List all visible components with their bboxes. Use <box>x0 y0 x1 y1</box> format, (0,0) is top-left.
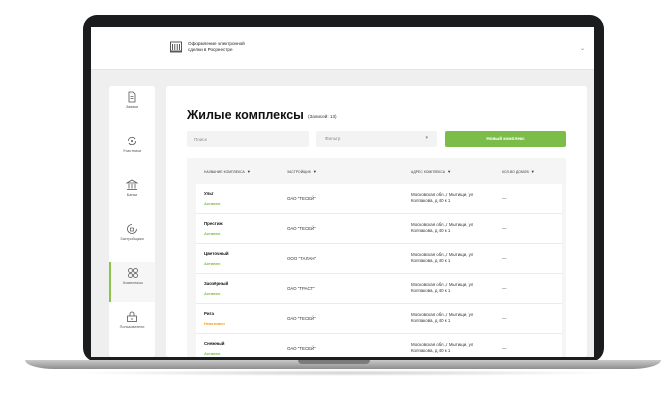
column-header-address[interactable]: АДРЕС КОМПЛЕКСА ▼ <box>411 169 451 174</box>
column-header-developer[interactable]: ЗАСТРОЙЩИК ▼ <box>287 169 317 174</box>
complex-name: Престиж <box>204 221 223 226</box>
participants-icon <box>128 136 136 146</box>
brand-line-2: сделки в Росреестре <box>188 47 233 52</box>
table-row[interactable]: Заозёрный Активен ОАО "ТРАСТ" Московская… <box>196 274 562 304</box>
sidebar-item-users[interactable]: Пользователи <box>109 306 155 346</box>
sidebar-item-participants[interactable]: Участники <box>109 130 155 170</box>
grid-icon <box>128 268 138 278</box>
sort-icon: ▼ <box>312 169 317 174</box>
laptop-shadow <box>66 370 622 376</box>
complex-developer: ОАО "ТРАСТ" <box>287 286 315 291</box>
complex-address: Московская обл.,г Мытищи, ул Колпакова, д… <box>411 342 474 353</box>
complex-name: Заозёрный <box>204 281 229 286</box>
houses-count: — <box>502 286 507 291</box>
status-badge: Неактивен <box>204 321 225 326</box>
sidebar: Заявки Участники Банки Застройщики Компл… <box>109 86 155 357</box>
users-icon <box>127 311 137 322</box>
laptop-screen: Оформление электронной сделки в Росреест… <box>91 27 594 357</box>
status-badge: Активен <box>204 231 221 236</box>
status-badge: Активен <box>204 201 221 206</box>
table-row[interactable]: Снежный Активен ОАО "ТЕСЕЙ" Московская о… <box>196 334 562 357</box>
sidebar-item-requests[interactable]: Заявки <box>109 86 155 126</box>
main-panel: Жилые комплексы (Записей: 13) Фильтр ▾ Н… <box>166 86 587 357</box>
complex-developer: ОАО "ТЕСЕЙ" <box>287 346 316 351</box>
records-count: (Записей: 13) <box>308 114 337 119</box>
houses-count: — <box>502 196 507 201</box>
sidebar-item-complexes[interactable]: Комплексы <box>109 262 155 302</box>
sidebar-item-label: Пользователи <box>119 325 145 329</box>
complex-address: Московская обл.,г Мытищи, ул Колпакова, д… <box>411 222 474 233</box>
registry-logo-icon <box>170 41 182 53</box>
complex-developer: ООО "ТАЛАН" <box>287 256 317 261</box>
column-header-name[interactable]: НАЗВАНИЕ КОМПЛЕКСА ▼ <box>204 169 251 174</box>
sidebar-item-label: Комплексы <box>123 281 143 285</box>
complexes-table: НАЗВАНИЕ КОМПЛЕКСА ▼ ЗАСТРОЙЩИК ▼ АДРЕС КО… <box>187 158 566 357</box>
caret-down-icon: ▾ <box>425 135 428 141</box>
complex-address: Московская обл.,г Мытищи, ул Колпакова, д… <box>411 312 474 323</box>
complex-developer: ОАО "ТЕСЕЙ" <box>287 226 316 231</box>
table-row[interactable]: Рига Неактивен ОАО "ТЕСЕЙ" Московская об… <box>196 304 562 334</box>
complex-name: Цветочный <box>204 251 229 256</box>
houses-count: — <box>502 256 507 261</box>
laptop-notch <box>298 360 370 364</box>
new-complex-button[interactable]: Новый комплекс <box>445 131 566 147</box>
houses-count: — <box>502 316 507 321</box>
complex-developer: ОАО "ТЕСЕЙ" <box>287 316 316 321</box>
status-badge: Активен <box>204 291 221 296</box>
complex-address: Московская обл.,г Мытищи, ул Колпакова, д… <box>411 282 474 293</box>
column-header-houses[interactable]: КОЛ-ВО ДОМОВ ▼ <box>502 169 535 174</box>
complex-developer: ОАО "ТЕСЕЙ" <box>287 196 316 201</box>
search-input[interactable] <box>187 131 309 147</box>
table-row[interactable]: Ульт Активен ОАО "ТЕСЕЙ" Московская обл.… <box>196 184 562 214</box>
document-icon <box>128 91 136 103</box>
sidebar-item-developers[interactable]: Застройщики <box>109 218 155 258</box>
filter-label: Фильтр <box>325 136 341 141</box>
page-title: Жилые комплексы <box>187 108 304 122</box>
complex-name: Рига <box>204 311 214 316</box>
houses-count: — <box>502 226 507 231</box>
chevron-down-icon[interactable]: ⌄ <box>580 45 585 52</box>
sidebar-item-label: Заявки <box>125 105 139 109</box>
bank-icon <box>126 179 138 190</box>
sidebar-item-label: Застройщики <box>120 237 144 241</box>
sort-icon: ▼ <box>447 169 452 174</box>
sidebar-item-label: Банки <box>126 193 138 197</box>
table-header: НАЗВАНИЕ КОМПЛЕКСА ▼ ЗАСТРОЙЩИК ▼ АДРЕС КО… <box>187 158 566 184</box>
houses-count: — <box>502 346 507 351</box>
status-badge: Активен <box>204 261 221 266</box>
developer-icon <box>127 224 137 234</box>
sort-icon: ▼ <box>530 169 535 174</box>
sidebar-item-banks[interactable]: Банки <box>109 174 155 214</box>
complex-address: Московская обл.,г Мытищи, ул Колпакова, д… <box>411 252 474 263</box>
laptop-mockup: Оформление электронной сделки в Росреест… <box>0 0 667 395</box>
app-brand: Оформление электронной сделки в Росреест… <box>188 41 298 53</box>
complex-name: Ульт <box>204 191 214 196</box>
filter-select[interactable]: Фильтр ▾ <box>316 131 437 147</box>
table-row[interactable]: Цветочный Активен ООО "ТАЛАН" Московская… <box>196 244 562 274</box>
complex-address: Московская обл.,г Мытищи, ул Колпакова, д… <box>411 192 474 203</box>
sidebar-item-label: Участники <box>122 149 142 153</box>
table-row[interactable]: Престиж Активен ОАО "ТЕСЕЙ" Московская о… <box>196 214 562 244</box>
app-header: Оформление электронной сделки в Росреест… <box>91 27 594 70</box>
complex-name: Снежный <box>204 341 225 346</box>
sort-icon: ▼ <box>246 169 251 174</box>
status-badge: Активен <box>204 351 221 356</box>
